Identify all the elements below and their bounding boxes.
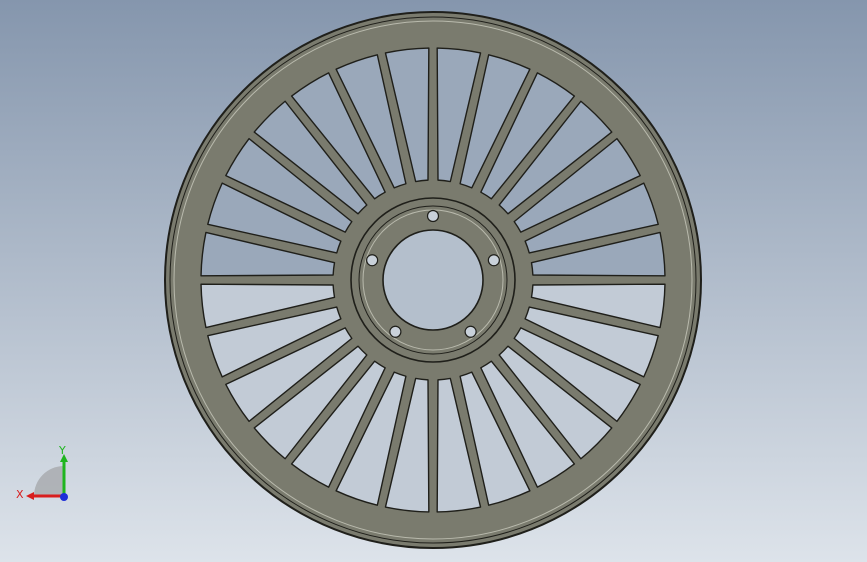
bolt-hole [464, 325, 477, 338]
coordinate-triad: X Y [16, 444, 68, 501]
x-axis-arrowhead [26, 492, 34, 500]
wheel-model[interactable] [0, 0, 867, 562]
bolt-hole [426, 209, 440, 223]
z-axis-dot [60, 493, 68, 501]
bolt-hole [389, 325, 402, 338]
graphics-viewport[interactable]: X Y [0, 0, 867, 562]
x-axis-label: X [16, 488, 24, 501]
bolt-hole [487, 254, 500, 267]
bolt-hole [366, 254, 379, 267]
center-bore [382, 229, 484, 331]
triad-origin-shade [34, 466, 64, 496]
y-axis-label: Y [58, 444, 66, 457]
